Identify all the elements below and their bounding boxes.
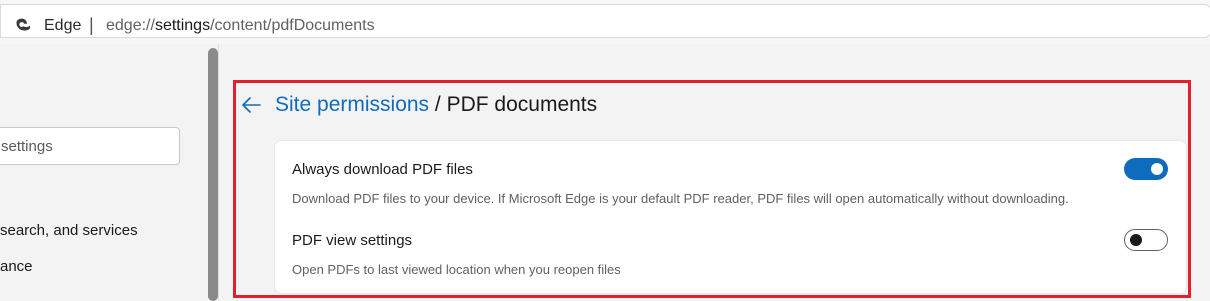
url-text[interactable]: edge://settings/content/pdfDocuments [106,17,375,35]
sidebar-scrollbar[interactable] [208,48,218,301]
settings-sidebar: settings search, and services ance [0,44,206,301]
edge-logo-icon [16,15,31,31]
address-separator: | [89,15,94,35]
sidebar-item-privacy-search-services[interactable]: search, and services [0,222,138,239]
search-settings-input[interactable]: settings [0,127,180,165]
browser-name: Edge [44,17,82,34]
url-prefix: edge:// [106,17,155,34]
url-path: /content/pdfDocuments [210,17,375,34]
address-bar[interactable]: Edge | edge://settings/content/pdfDocume… [0,4,1210,38]
url-host: settings [154,17,211,34]
sidebar-item-appearance[interactable]: ance [0,258,33,275]
highlight-box [233,80,1191,298]
browser-toolbar: Edge | edge://settings/content/pdfDocume… [0,0,1210,44]
search-placeholder: settings [1,138,53,155]
